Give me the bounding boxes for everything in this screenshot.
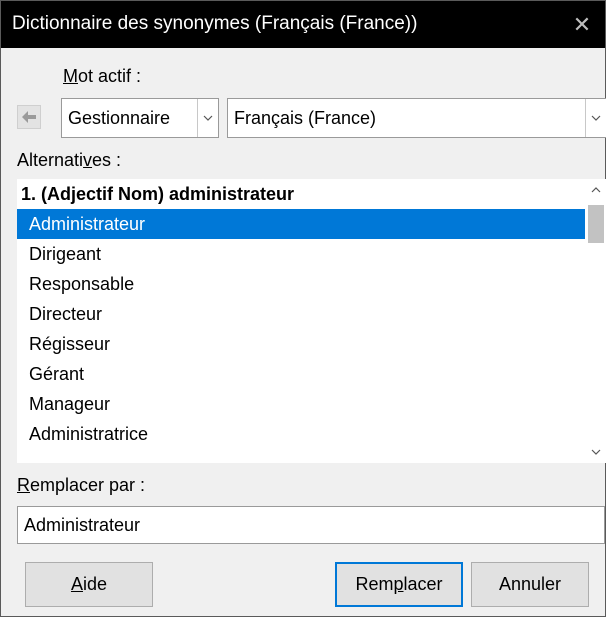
list-item[interactable]: Responsable <box>17 269 585 299</box>
list-item[interactable]: Administratrice <box>17 419 585 449</box>
current-word-label: Mot actif : <box>63 66 142 86</box>
list-group-header: 1. (Adjectif Nom) administrateur <box>21 184 295 204</box>
word-combobox-value: Gestionnaire <box>68 108 171 128</box>
thesaurus-dialog: Dictionnaire des synonymes (Français (Fr… <box>0 0 606 617</box>
scroll-down-button[interactable] <box>585 441 606 463</box>
mnemonic-v: v <box>83 150 93 170</box>
mnemonic-m: M <box>63 66 78 86</box>
window-title: Dictionnaire des synonymes (Français (Fr… <box>12 13 418 34</box>
language-combobox-value: Français (France) <box>234 108 377 128</box>
replace-button[interactable]: Rem p lacer <box>335 562 463 607</box>
scroll-up-button[interactable] <box>585 179 606 201</box>
back-button[interactable] <box>17 105 41 129</box>
left-arrow-icon <box>22 111 36 123</box>
title-bar[interactable]: Dictionnaire des synonymes (Français (Fr… <box>1 1 605 48</box>
close-button[interactable]: ✕ <box>559 1 605 48</box>
chevron-down-icon[interactable] <box>585 99 606 137</box>
scrollbar-thumb[interactable] <box>588 205 604 243</box>
replace-with-input[interactable]: Administrateur <box>17 506 605 544</box>
alternatives-label: Alternatives : <box>17 150 122 170</box>
alternatives-list[interactable]: 1. (Adjectif Nom) administrateur Adminis… <box>17 179 606 463</box>
replace-with-value: Administrateur <box>24 515 141 535</box>
replace-with-label: Remplacer par : <box>17 475 146 495</box>
language-combobox[interactable]: Français (France) <box>227 98 606 138</box>
chevron-down-icon[interactable] <box>197 99 218 137</box>
list-item[interactable]: Directeur <box>17 299 585 329</box>
dialog-body: Mot actif : Gestionnaire Français (Franc… <box>1 48 606 616</box>
alternatives-items: 1. (Adjectif Nom) administrateur Adminis… <box>17 179 585 449</box>
list-item[interactable]: Administrateur <box>17 209 585 239</box>
list-item[interactable]: Manageur <box>17 389 585 419</box>
word-combobox[interactable]: Gestionnaire <box>61 98 219 138</box>
chevron-up-icon <box>591 187 601 193</box>
help-button[interactable]: Aide <box>25 562 153 607</box>
chevron-down-icon <box>591 449 601 455</box>
mnemonic-r: R <box>17 475 30 495</box>
list-item[interactable]: Gérant <box>17 359 585 389</box>
vertical-scrollbar[interactable] <box>585 179 606 463</box>
close-icon: ✕ <box>572 11 592 37</box>
cancel-button[interactable]: Annuler <box>471 562 589 607</box>
list-item[interactable]: Régisseur <box>17 329 585 359</box>
list-item[interactable]: Dirigeant <box>17 239 585 269</box>
